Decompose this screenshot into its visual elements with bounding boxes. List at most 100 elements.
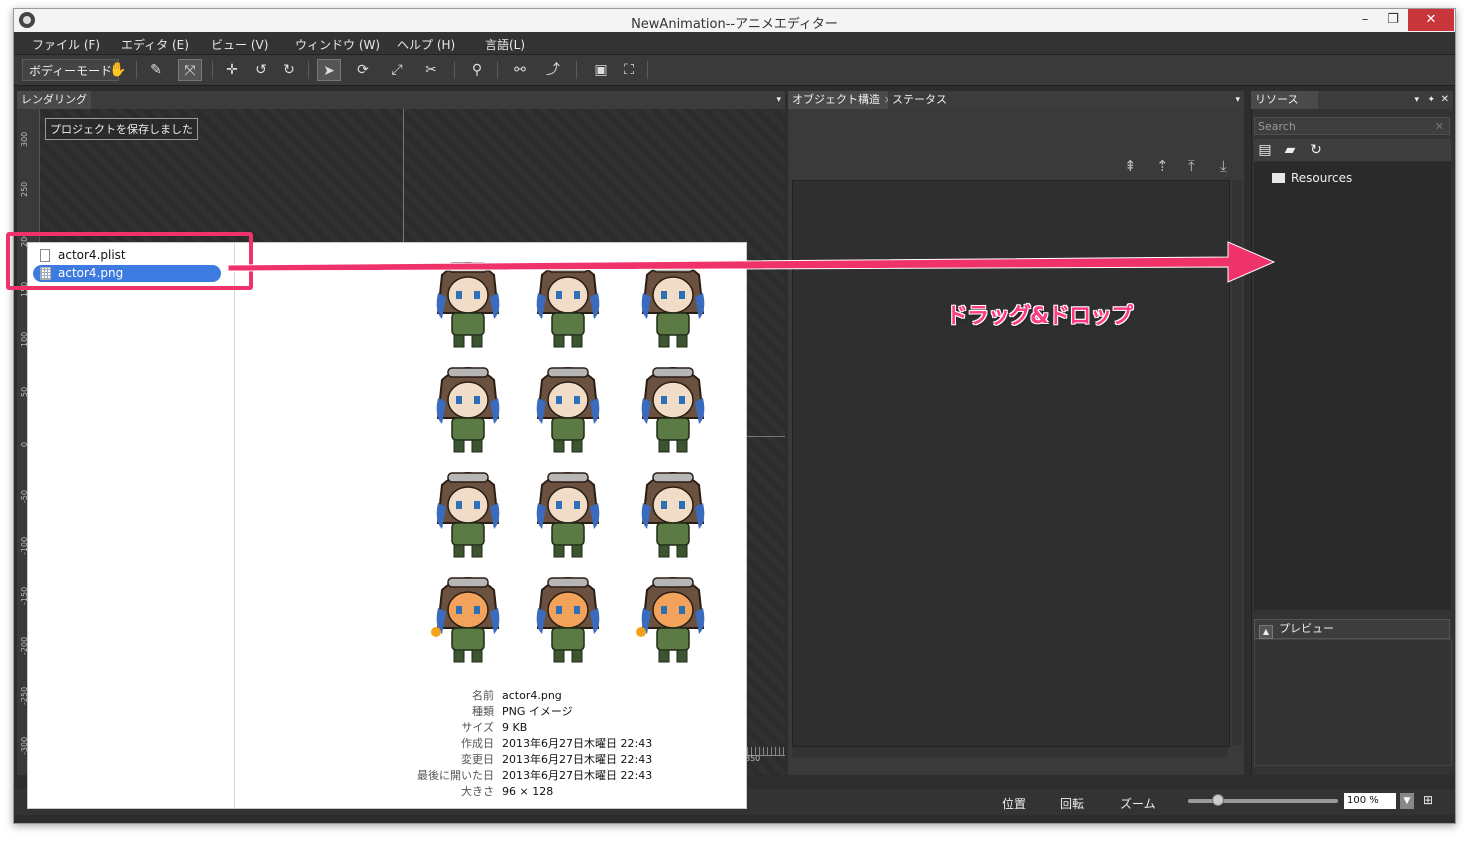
info-value: 2013年6月27日木曜日 22:43 — [502, 737, 653, 750]
menu-view[interactable]: ビュー (V) — [211, 36, 268, 53]
tab-label: オブジェクト構造 — [792, 93, 880, 106]
menu-window[interactable]: ウィンドウ (W) — [295, 36, 380, 53]
info-value: PNG イメージ — [502, 705, 573, 718]
ruler-label: 300 — [20, 131, 29, 147]
bone-link-icon[interactable]: ⚯ — [508, 59, 532, 81]
sprite-frame — [536, 472, 600, 558]
sprite-frame — [436, 472, 500, 558]
open-folder-icon[interactable]: ▰ — [1282, 142, 1298, 158]
move-to-top-icon[interactable]: ⇞ — [1124, 157, 1137, 175]
tab-resources[interactable]: リソース — [1251, 91, 1319, 109]
finder-file-list: actor4.plist actor4.png — [28, 243, 235, 808]
zoom-slider-track[interactable] — [1188, 799, 1338, 803]
close-button[interactable]: ✕ — [1408, 9, 1454, 31]
ruler-label: 350 — [745, 754, 761, 763]
finder-window: actor4.plist actor4.png 名前 actor4.png 種類 P… — [27, 242, 747, 809]
move-up-icon[interactable]: ⇡ — [1156, 157, 1169, 175]
resource-toolbar: ▤ ▰ ↻ — [1254, 139, 1451, 161]
sprite-sheet-image — [431, 262, 705, 663]
rotate-tool-icon[interactable]: ⟳ — [351, 59, 375, 81]
info-value: 2013年6月27日木曜日 22:43 — [502, 769, 653, 782]
preview-title: プレビュー — [1279, 622, 1334, 635]
info-label: 最後に開いた日 — [417, 769, 494, 782]
move-tool-icon[interactable]: ➤ — [317, 59, 341, 81]
body-mode-toggle-icon[interactable]: ✋ — [106, 59, 130, 81]
tree-item-label: Resources — [1291, 171, 1353, 185]
panel-close-icon[interactable]: ✕ — [1441, 91, 1449, 109]
save-notification: プロジェクトを保存しました — [45, 118, 198, 140]
resource-tree[interactable]: Resources — [1254, 162, 1451, 610]
menu-language[interactable]: 言語(L) — [485, 36, 525, 53]
sprite-frame — [436, 367, 500, 453]
fit-view-icon[interactable]: ⊞ — [1420, 793, 1436, 809]
collapse-icon[interactable]: ▲ — [1259, 625, 1273, 639]
info-value: 9 KB — [502, 721, 528, 734]
sprite-frame — [641, 367, 705, 453]
ik-tool-icon[interactable]: ⚲ — [465, 59, 489, 81]
cut-tool-icon[interactable]: ✂ — [419, 59, 443, 81]
rotation-label[interactable]: 回転 — [1060, 795, 1084, 812]
render-panel-header: レンダリング ▾ — [17, 91, 785, 109]
minimize-button[interactable]: – — [1350, 9, 1380, 31]
tree-item-resources[interactable]: Resources — [1272, 171, 1352, 185]
tab-status[interactable]: ステータス — [888, 91, 951, 109]
info-label: 種類 — [472, 705, 494, 718]
panel-menu-icon[interactable]: ▾ — [1414, 91, 1419, 109]
info-label: 大きさ — [461, 785, 494, 798]
panel-menu-icon[interactable]: ▾ — [776, 91, 781, 109]
sprite-frame — [536, 367, 600, 453]
body-mode-button[interactable]: ボディーモード — [22, 59, 120, 81]
clear-search-icon[interactable]: ✕ — [1435, 118, 1444, 136]
menu-help[interactable]: ヘルプ (H) — [397, 36, 455, 53]
rotate-right-icon[interactable]: ↻ — [277, 59, 301, 81]
crop-image-icon[interactable]: ⛶ — [617, 59, 641, 81]
info-label: 作成日 — [461, 737, 494, 750]
sprite-sheet-preview — [408, 253, 718, 673]
horizontal-scrollbar[interactable] — [792, 747, 1228, 757]
rotate-left-icon[interactable]: ↺ — [249, 59, 273, 81]
preview-area — [1254, 639, 1452, 766]
zoom-label[interactable]: ズーム — [1120, 795, 1156, 812]
panel-menu-icon[interactable]: ▾ — [1235, 91, 1240, 109]
menu-file[interactable]: ファイル (F) — [32, 36, 100, 53]
info-value: 2013年6月27日木曜日 22:43 — [502, 753, 653, 766]
drag-arrow-icon — [228, 241, 1276, 283]
sprite-frame — [636, 577, 705, 663]
info-value: actor4.png — [502, 689, 562, 702]
folder-icon — [1272, 173, 1285, 183]
new-file-icon[interactable]: ▤ — [1257, 142, 1273, 158]
position-label[interactable]: 位置 — [1002, 795, 1026, 812]
menu-editor[interactable]: エディタ (E) — [121, 36, 189, 53]
zoom-dropdown-icon[interactable]: ▼ — [1400, 793, 1414, 809]
toolbar: ボディーモード ✋ ✎ ⤧ ✛ ↺ ↻ ➤ ⟳ ⤢ ✂ ⚲ ⚯ ⤴ ▣ ⛶ — [14, 55, 1455, 86]
sprite-frame — [431, 577, 500, 663]
bone-unlink-icon[interactable]: ⤴ — [541, 59, 565, 81]
zoom-slider-handle[interactable] — [1212, 794, 1224, 806]
add-image-icon[interactable]: ▣ — [589, 59, 613, 81]
info-value: 96 × 128 — [502, 785, 554, 798]
scale-tool-icon[interactable]: ⤢ — [385, 59, 409, 81]
refresh-icon[interactable]: ↻ — [1308, 142, 1324, 158]
sprite-frame — [536, 577, 600, 663]
menu-bar: ファイル (F) エディタ (E) ビュー (V) ウィンドウ (W) ヘルプ … — [14, 32, 1455, 55]
window-title: NewAnimation--アニメエディター — [631, 17, 838, 32]
move-down-icon[interactable]: ⤒ — [1188, 157, 1195, 175]
bone-select-icon[interactable]: ⤧ — [178, 59, 202, 81]
pivot-icon[interactable]: ✛ — [220, 59, 244, 81]
tab-rendering[interactable]: レンダリング — [17, 91, 91, 109]
info-label: 名前 — [472, 689, 494, 702]
bone-tool-icon[interactable]: ✎ — [144, 59, 168, 81]
pin-icon[interactable]: ✦ — [1427, 91, 1435, 109]
restore-button[interactable]: ❐ — [1378, 9, 1408, 31]
move-to-bottom-icon[interactable]: ⤓ — [1220, 157, 1227, 175]
canvas-axis-vertical — [403, 109, 404, 244]
drag-source-highlight — [6, 232, 253, 290]
title-bar: NewAnimation--アニメエディター – ❐ ✕ — [14, 9, 1455, 32]
resource-search-input[interactable]: Search ✕ — [1254, 117, 1450, 135]
object-panel-header: オブジェクト構造 × ステータス ▾ — [788, 91, 1244, 109]
sprite-frame — [641, 472, 705, 558]
tab-object-structure[interactable]: オブジェクト構造 × — [788, 91, 897, 109]
preview-header[interactable]: ▲ プレビュー — [1254, 619, 1450, 639]
zoom-value-field[interactable]: 100 % — [1344, 793, 1396, 809]
drag-drop-label: ドラッグ&ドロップ — [946, 304, 1133, 329]
